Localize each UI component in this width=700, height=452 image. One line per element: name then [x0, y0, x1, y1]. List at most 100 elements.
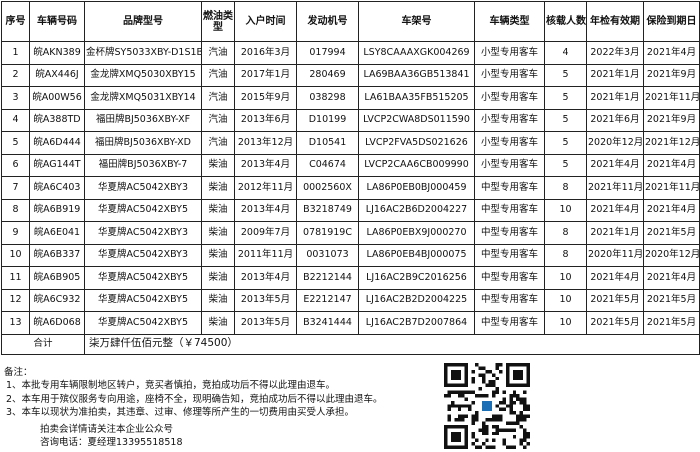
- cell-fuel: 柴油: [201, 153, 235, 177]
- cell-plate: 皖A6B905: [29, 266, 85, 290]
- header-engine: 发动机号: [296, 1, 359, 42]
- cell-plate: 皖A6C403: [29, 176, 85, 200]
- header-plate: 车辆号码: [29, 1, 85, 42]
- cell-seats: 8: [544, 221, 587, 245]
- cell-inspection: 2021年11月: [586, 176, 644, 200]
- total-row: 合计 柒万肆仟伍佰元整（￥74500）: [1, 333, 700, 355]
- cell-plate: 皖A6D444: [29, 131, 85, 155]
- cell-insurance: 2021年5月: [643, 288, 700, 312]
- cell-seats: 10: [544, 198, 587, 222]
- cell-insurance: 2021年9月: [643, 63, 700, 87]
- vehicle-table: 序号 车辆号码 品牌型号 燃油类型 入户时间 发动机号 车架号 车辆类型 核载人…: [1, 1, 700, 355]
- cell-engine: 038298: [296, 86, 359, 110]
- contact-line-2: 咨询电话：夏经理13395518518: [40, 437, 183, 449]
- cell-fuel: 柴油: [201, 243, 235, 267]
- cell-vin: LJ16AC2B9C2016256: [358, 266, 475, 290]
- cell-inspection: 2021年4月: [586, 153, 644, 177]
- cell-fuel: 汽油: [201, 108, 235, 132]
- cell-inspection: 2020年11月: [586, 243, 644, 267]
- cell-inspection: 2021年4月: [586, 198, 644, 222]
- cell-fuel: 柴油: [201, 198, 235, 222]
- cell-vehicle-type: 小型专用客车: [474, 63, 545, 87]
- table-row: 4 皖A388TD 福田牌BJ5036XBY-XF 汽油 2013年6月 D10199 LV…: [1, 108, 700, 132]
- contact-line-1: 拍卖会详情请关注本企业公众号: [40, 424, 174, 435]
- cell-vin: LA69BAA36GB513841: [358, 63, 475, 87]
- notes-section: 备注： 1、本批专用车辆限制地区转户，竞买者慎拍，竞拍成功后不得以此理由退车。 …: [4, 366, 434, 420]
- cell-inspection: 2020年12月: [586, 131, 644, 155]
- cell-fuel: 柴油: [201, 176, 235, 200]
- cell-index: 10: [1, 243, 30, 267]
- cell-inspection: 2021年1月: [586, 86, 644, 110]
- cell-insurance: 2021年5月: [643, 311, 700, 335]
- cell-plate: 皖A6B919: [29, 198, 85, 222]
- cell-vehicle-type: 中型专用客车: [474, 288, 545, 312]
- cell-engine: 0781919C: [296, 221, 359, 245]
- cell-engine: 0002560X: [296, 176, 359, 200]
- cell-vin: LVCP2FVA5DS021626: [358, 131, 475, 155]
- cell-registration: 2013年5月: [234, 311, 297, 335]
- cell-registration: 2016年3月: [234, 41, 297, 65]
- cell-insurance: 2021年11月: [643, 176, 700, 200]
- cell-fuel: 汽油: [201, 131, 235, 155]
- cell-plate: 皖A6B337: [29, 243, 85, 267]
- cell-model: 福田牌BJ5036XBY-XF: [84, 108, 202, 132]
- cell-inspection: 2021年5月: [586, 311, 644, 335]
- contact-section: 拍卖会详情请关注本企业公众号 咨询电话：夏经理13395518518: [40, 423, 183, 450]
- header-model: 品牌型号: [84, 1, 202, 42]
- cell-registration: 2013年4月: [234, 266, 297, 290]
- cell-insurance: 2021年12月: [643, 131, 700, 155]
- cell-plate: 皖A6E041: [29, 221, 85, 245]
- cell-registration: 2013年4月: [234, 153, 297, 177]
- cell-index: 6: [1, 153, 30, 177]
- cell-plate: 皖A6D068: [29, 311, 85, 335]
- table-row: 10 皖A6B337 华夏牌AC5042XBY3 柴油 2011年11月 0031073 L…: [1, 243, 700, 267]
- cell-engine: 017994: [296, 41, 359, 65]
- cell-index: 7: [1, 176, 30, 200]
- cell-vin: LA86P0EB4BJ000075: [358, 243, 475, 267]
- note-item: 1、本批专用车辆限制地区转户，竞买者慎拍，竞拍成功后不得以此理由退车。: [6, 380, 336, 392]
- cell-registration: 2013年6月: [234, 108, 297, 132]
- cell-seats: 5: [544, 153, 587, 177]
- cell-seats: 8: [544, 243, 587, 267]
- header-inspection: 年检有效期: [586, 1, 644, 42]
- table-row: 2 皖AX446J 金龙牌XMQ5030XBY15 汽油 2017年1月 280469 LA…: [1, 63, 700, 87]
- cell-vehicle-type: 中型专用客车: [474, 311, 545, 335]
- cell-vin: LA86P0EBX9J000270: [358, 221, 475, 245]
- cell-insurance: 2021年4月: [643, 153, 700, 177]
- cell-engine: E2212147: [296, 288, 359, 312]
- cell-seats: 5: [544, 63, 587, 87]
- cell-inspection: 2021年6月: [586, 108, 644, 132]
- cell-model: 华夏牌AC5042XBY5: [84, 288, 202, 312]
- cell-fuel: 汽油: [201, 86, 235, 110]
- cell-index: 11: [1, 266, 30, 290]
- cell-model: 华夏牌AC5042XBY3: [84, 243, 202, 267]
- cell-seats: 10: [544, 288, 587, 312]
- cell-engine: C04674: [296, 153, 359, 177]
- cell-seats: 4: [544, 41, 587, 65]
- cell-model: 金龙牌XMQ5030XBY15: [84, 63, 202, 87]
- cell-inspection: 2021年4月: [586, 266, 644, 290]
- table-row: 13 皖A6D068 华夏牌AC5042XBY5 柴油 2013年5月 B3241444 L…: [1, 311, 700, 335]
- header-registration: 入户时间: [234, 1, 297, 42]
- cell-plate: 皖A00W56: [29, 86, 85, 110]
- cell-vin: LVCP2CWA8DS011590: [358, 108, 475, 132]
- notes-title: 备注：: [4, 367, 33, 378]
- cell-vehicle-type: 中型专用客车: [474, 266, 545, 290]
- cell-insurance: 2021年5月: [643, 221, 700, 245]
- cell-registration: 2009年7月: [234, 221, 297, 245]
- table-row: 7 皖A6C403 华夏牌AC5042XBY3 柴油 2012年11月 0002560X L…: [1, 176, 700, 200]
- cell-vin: LA61BAA35FB515205: [358, 86, 475, 110]
- cell-registration: 2011年11月: [234, 243, 297, 267]
- cell-model: 华夏牌AC5042XBY5: [84, 266, 202, 290]
- cell-model: 金龙牌XMQ5031XBY14: [84, 86, 202, 110]
- cell-index: 8: [1, 198, 30, 222]
- cell-inspection: 2021年1月: [586, 221, 644, 245]
- cell-vin: LJ16AC2B7D2007864: [358, 311, 475, 335]
- cell-seats: 5: [544, 131, 587, 155]
- cell-index: 2: [1, 63, 30, 87]
- header-vehicle-type: 车辆类型: [474, 1, 545, 42]
- cell-registration: 2012年11月: [234, 176, 297, 200]
- note-item: 3、本车以现状为准拍卖，其违章、过审、修理等所产生的一切费用由买受人承担。: [6, 407, 355, 419]
- cell-vehicle-type: 中型专用客车: [474, 198, 545, 222]
- cell-model: 金杯牌SY5033XBY-D1S1BH: [84, 41, 202, 65]
